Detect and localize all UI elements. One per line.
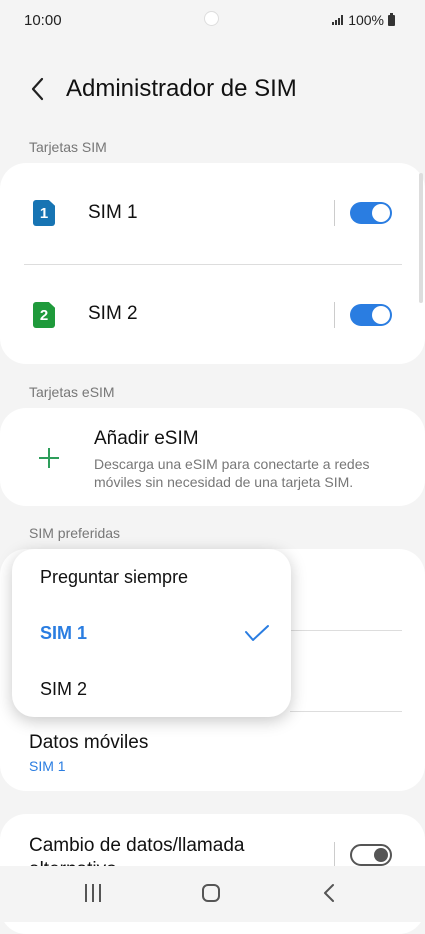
option-sim-2[interactable]: SIM 2 <box>40 679 87 700</box>
add-icon <box>39 448 59 468</box>
option-always-ask[interactable]: Preguntar siempre <box>40 567 188 588</box>
divider <box>334 842 335 868</box>
preferred-sim-dropdown: Preguntar siempre SIM 1 SIM 2 <box>12 549 291 717</box>
front-camera <box>204 11 219 26</box>
navigation-bar <box>0 866 425 922</box>
divider <box>334 302 335 328</box>
mobile-data-value: SIM 1 <box>29 758 66 774</box>
section-label-sim-cards: Tarjetas SIM <box>29 139 107 155</box>
sim-2-toggle[interactable] <box>350 304 392 326</box>
add-esim-title: Añadir eSIM <box>94 428 199 449</box>
section-label-preferred-sims: SIM preferidas <box>29 525 121 541</box>
check-icon <box>245 625 269 641</box>
add-esim-description: Descarga una eSIM para conectarte a rede… <box>94 456 370 490</box>
option-sim-1[interactable]: SIM 1 <box>40 623 87 644</box>
row-divider <box>290 630 402 631</box>
nav-back-icon[interactable] <box>322 883 336 903</box>
status-bar: 10:00 100% <box>0 0 425 40</box>
sim-row-1[interactable]: 1 SIM 1 <box>0 163 425 263</box>
back-arrow-icon[interactable] <box>28 76 48 102</box>
section-label-esim-cards: Tarjetas eSIM <box>29 384 115 400</box>
data-switch-toggle[interactable] <box>350 844 392 866</box>
sim-1-toggle[interactable] <box>350 202 392 224</box>
signal-icon <box>332 15 344 25</box>
sim-1-icon: 1 <box>33 200 55 226</box>
status-icons: 100% <box>332 12 395 28</box>
battery-percentage: 100% <box>348 12 384 28</box>
home-icon[interactable] <box>202 884 220 902</box>
data-switch-title: Cambio de datos/llamada <box>29 835 245 856</box>
add-esim-card[interactable]: Añadir eSIM Descarga una eSIM para conec… <box>0 408 425 506</box>
page-title: Administrador de SIM <box>66 75 297 102</box>
mobile-data-title: Datos móviles <box>29 732 149 753</box>
mobile-data-row[interactable]: Datos móviles SIM 1 <box>0 712 425 790</box>
sim-cards-card: 1 SIM 1 2 SIM 2 <box>0 163 425 364</box>
sim-row-2[interactable]: 2 SIM 2 <box>0 264 425 364</box>
sim-2-name: SIM 2 <box>88 303 138 324</box>
battery-icon <box>388 12 395 26</box>
sim-2-icon: 2 <box>33 302 55 328</box>
recent-apps-icon[interactable] <box>84 884 102 902</box>
status-time: 10:00 <box>24 12 62 29</box>
scrollbar[interactable] <box>419 173 423 303</box>
sim-1-name: SIM 1 <box>88 202 138 223</box>
divider <box>334 200 335 226</box>
app-header: Administrador de SIM <box>0 66 425 112</box>
